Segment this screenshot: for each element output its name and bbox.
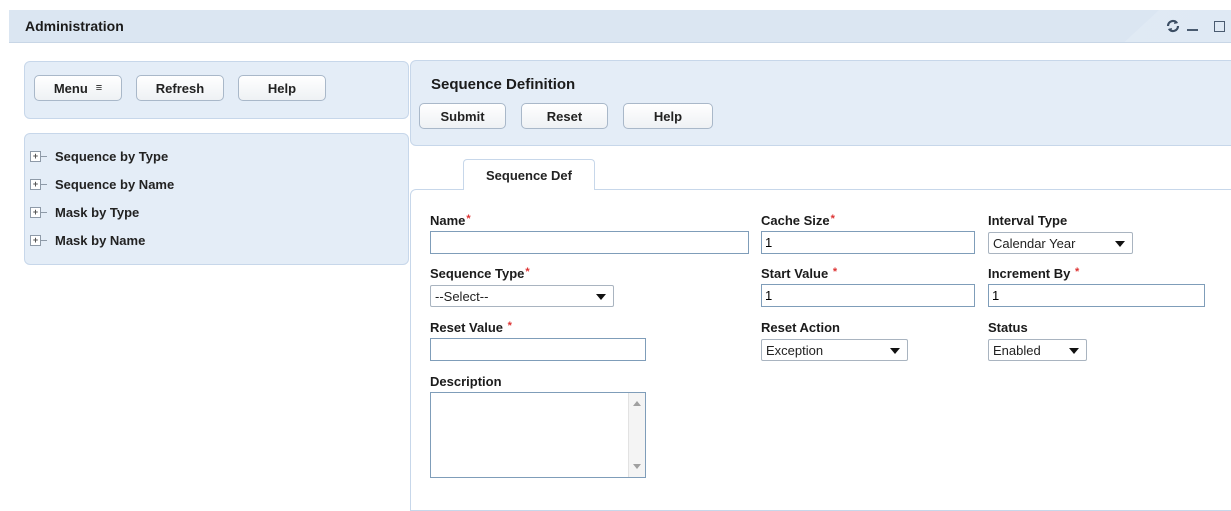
reset-action-value: Exception <box>766 342 824 358</box>
description-textarea[interactable] <box>430 392 646 478</box>
tree-item-label: Sequence by Type <box>55 148 169 164</box>
tab-sequence-def[interactable]: Sequence Def <box>463 159 595 190</box>
scroll-down-icon[interactable] <box>633 464 641 469</box>
tree-item-mask-by-type[interactable]: + Mask by Type <box>30 202 139 222</box>
reset-action-label: Reset Action <box>761 320 840 335</box>
tree-connector <box>41 211 47 213</box>
required-marker: * <box>832 266 838 278</box>
sequence-type-value: --Select-- <box>435 288 489 304</box>
title-bar-tab <box>9 10 1159 42</box>
tree-item-label: Sequence by Name <box>55 176 175 192</box>
chevron-down-icon <box>596 294 606 300</box>
textarea-scrollbar[interactable] <box>628 393 645 477</box>
required-marker: * <box>507 320 512 332</box>
help-button-main[interactable]: Help <box>623 103 713 129</box>
menu-dropdown-icon: ≡ <box>95 82 103 94</box>
minimize-icon[interactable] <box>1187 19 1199 33</box>
interval-type-select[interactable]: Calendar Year <box>988 232 1133 254</box>
status-label: Status <box>988 320 1028 335</box>
chevron-down-icon <box>890 348 900 354</box>
start-value-label-text: Start Value <box>761 266 829 281</box>
menu-button[interactable]: Menu ≡ <box>34 75 122 101</box>
expand-icon[interactable]: + <box>30 150 41 162</box>
refresh-button[interactable]: Refresh <box>136 75 224 101</box>
sequence-type-label: Sequence Type* <box>430 266 530 281</box>
cache-size-label: Cache Size* <box>761 213 835 228</box>
menu-button-label: Menu <box>53 80 88 96</box>
page-title: Sequence Definition <box>431 76 576 93</box>
expand-icon[interactable]: + <box>30 234 41 246</box>
name-label: Name* <box>430 213 471 228</box>
expand-icon[interactable]: + <box>30 178 41 190</box>
maximize-icon[interactable] <box>1214 19 1226 33</box>
tree-item-label: Mask by Type <box>55 204 140 220</box>
tree-item-mask-by-name[interactable]: + Mask by Name <box>30 230 145 250</box>
tree-connector <box>41 183 47 185</box>
interval-type-value: Calendar Year <box>993 235 1076 251</box>
tab-label: Sequence Def <box>486 167 572 183</box>
required-marker: * <box>525 266 530 278</box>
sequence-type-label-text: Sequence Type <box>430 266 525 281</box>
scroll-up-icon[interactable] <box>633 401 641 406</box>
help-button-left[interactable]: Help <box>238 75 326 101</box>
description-label: Description <box>430 374 502 389</box>
tree-connector <box>41 239 47 241</box>
reset-value-input[interactable] <box>430 338 646 361</box>
reset-value-label-text: Reset Value <box>430 320 503 335</box>
tree-item-sequence-by-type[interactable]: + Sequence by Type <box>30 146 168 166</box>
required-marker: * <box>830 213 835 225</box>
sequence-type-select[interactable]: --Select-- <box>430 285 614 307</box>
start-value-label: Start Value * <box>761 266 837 281</box>
app-title: Administration <box>25 18 124 34</box>
name-input[interactable] <box>430 231 749 254</box>
chevron-down-icon <box>1069 348 1079 354</box>
chevron-down-icon <box>1115 241 1125 247</box>
start-value-input[interactable] <box>761 284 975 307</box>
status-select[interactable]: Enabled <box>988 339 1087 361</box>
cache-size-label-text: Cache Size <box>761 213 830 228</box>
tree-item-sequence-by-name[interactable]: + Sequence by Name <box>30 174 174 194</box>
reset-action-select[interactable]: Exception <box>761 339 908 361</box>
refresh-icon[interactable] <box>1166 19 1180 33</box>
interval-type-label: Interval Type <box>988 213 1068 228</box>
tree-item-label: Mask by Name <box>55 232 146 248</box>
status-value: Enabled <box>993 342 1041 358</box>
increment-by-label: Increment By * <box>988 266 1079 281</box>
reset-button[interactable]: Reset <box>521 103 608 129</box>
tree-connector <box>41 155 47 157</box>
name-label-text: Name <box>430 213 466 228</box>
submit-button[interactable]: Submit <box>419 103 506 129</box>
required-marker: * <box>1075 266 1080 278</box>
required-marker: * <box>466 213 471 225</box>
increment-by-label-text: Increment By <box>988 266 1071 281</box>
cache-size-input[interactable] <box>761 231 975 254</box>
reset-value-label: Reset Value * <box>430 320 512 335</box>
expand-icon[interactable]: + <box>30 206 41 218</box>
increment-by-input[interactable] <box>988 284 1205 307</box>
